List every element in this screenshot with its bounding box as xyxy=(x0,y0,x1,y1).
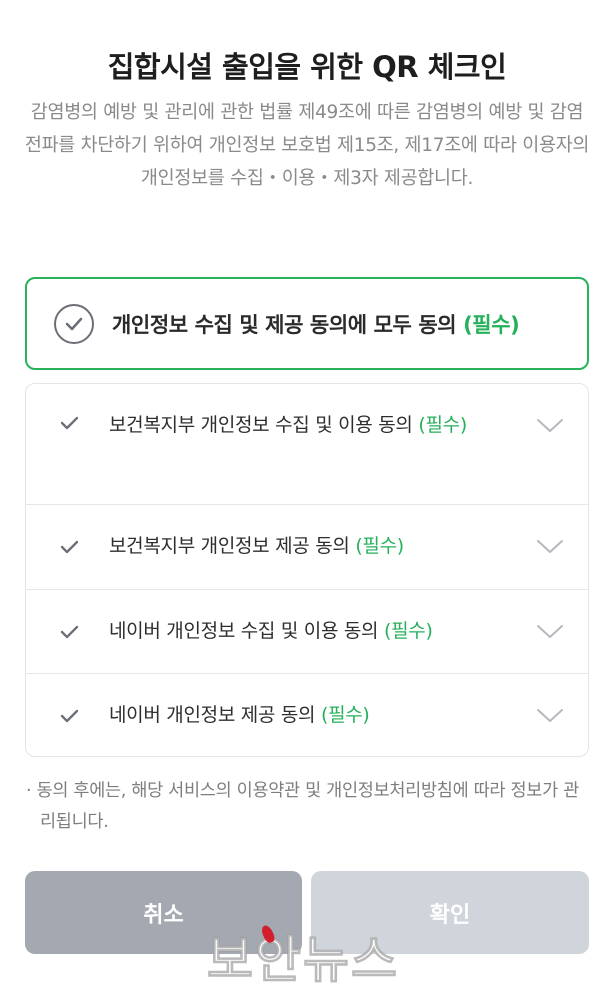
chevron-down-icon[interactable] xyxy=(536,708,564,728)
required-badge: (필수) xyxy=(383,620,433,642)
consent-item-label: 네이버 개인정보 제공 동의 (필수) xyxy=(109,704,370,726)
agree-all-label: 개인정보 수집 및 제공 동의에 모두 동의 (필수) xyxy=(112,312,520,337)
checkmark-icon xyxy=(60,539,80,559)
checkmark-icon xyxy=(60,624,80,644)
circle-check-icon xyxy=(54,303,94,344)
required-badge: (필수) xyxy=(320,704,370,726)
agree-all-checkbox[interactable]: 개인정보 수집 및 제공 동의에 모두 동의 (필수) xyxy=(25,277,589,370)
consent-item-naver-provide[interactable]: 네이버 개인정보 제공 동의 (필수) xyxy=(26,674,588,756)
consent-item-label: 보건복지부 개인정보 제공 동의 (필수) xyxy=(109,535,404,557)
consent-item-mohw-provide[interactable]: 보건복지부 개인정보 제공 동의 (필수) xyxy=(26,505,588,590)
chevron-down-icon[interactable] xyxy=(536,539,564,559)
consent-note: · 동의 후에는, 해당 서비스의 이용약관 및 개인정보처리방침에 따라 정보… xyxy=(26,781,579,832)
checkmark-icon xyxy=(60,708,80,728)
checkmark-icon xyxy=(60,415,80,435)
consent-item-label: 네이버 개인정보 수집 및 이용 동의 (필수) xyxy=(109,620,433,642)
required-badge: (필수) xyxy=(418,414,467,436)
consent-item-naver-collect[interactable]: 네이버 개인정보 수집 및 이용 동의 (필수) xyxy=(26,590,588,674)
chevron-down-icon[interactable] xyxy=(536,624,564,644)
watermark-logo: 보안뉴스 xyxy=(207,931,399,990)
chevron-down-icon[interactable] xyxy=(536,418,564,438)
consent-item-mohw-collect[interactable]: 보건복지부 개인정보 수집 및 이용 동의 (필수) xyxy=(26,384,588,505)
required-badge: (필수) xyxy=(463,312,520,337)
required-badge: (필수) xyxy=(355,535,404,557)
consent-item-label: 보건복지부 개인정보 수집 및 이용 동의 (필수) xyxy=(109,414,467,436)
consent-list: 보건복지부 개인정보 수집 및 이용 동의 (필수) 보건복지부 개인정보 제공… xyxy=(25,383,589,757)
consent-description: 감염병의 예방 및 관리에 관한 법률 제49조에 따른 감염병의 예방 및 감… xyxy=(24,102,590,189)
page-title: 집합시설 출입을 위한 QR 체크인 xyxy=(107,50,507,84)
